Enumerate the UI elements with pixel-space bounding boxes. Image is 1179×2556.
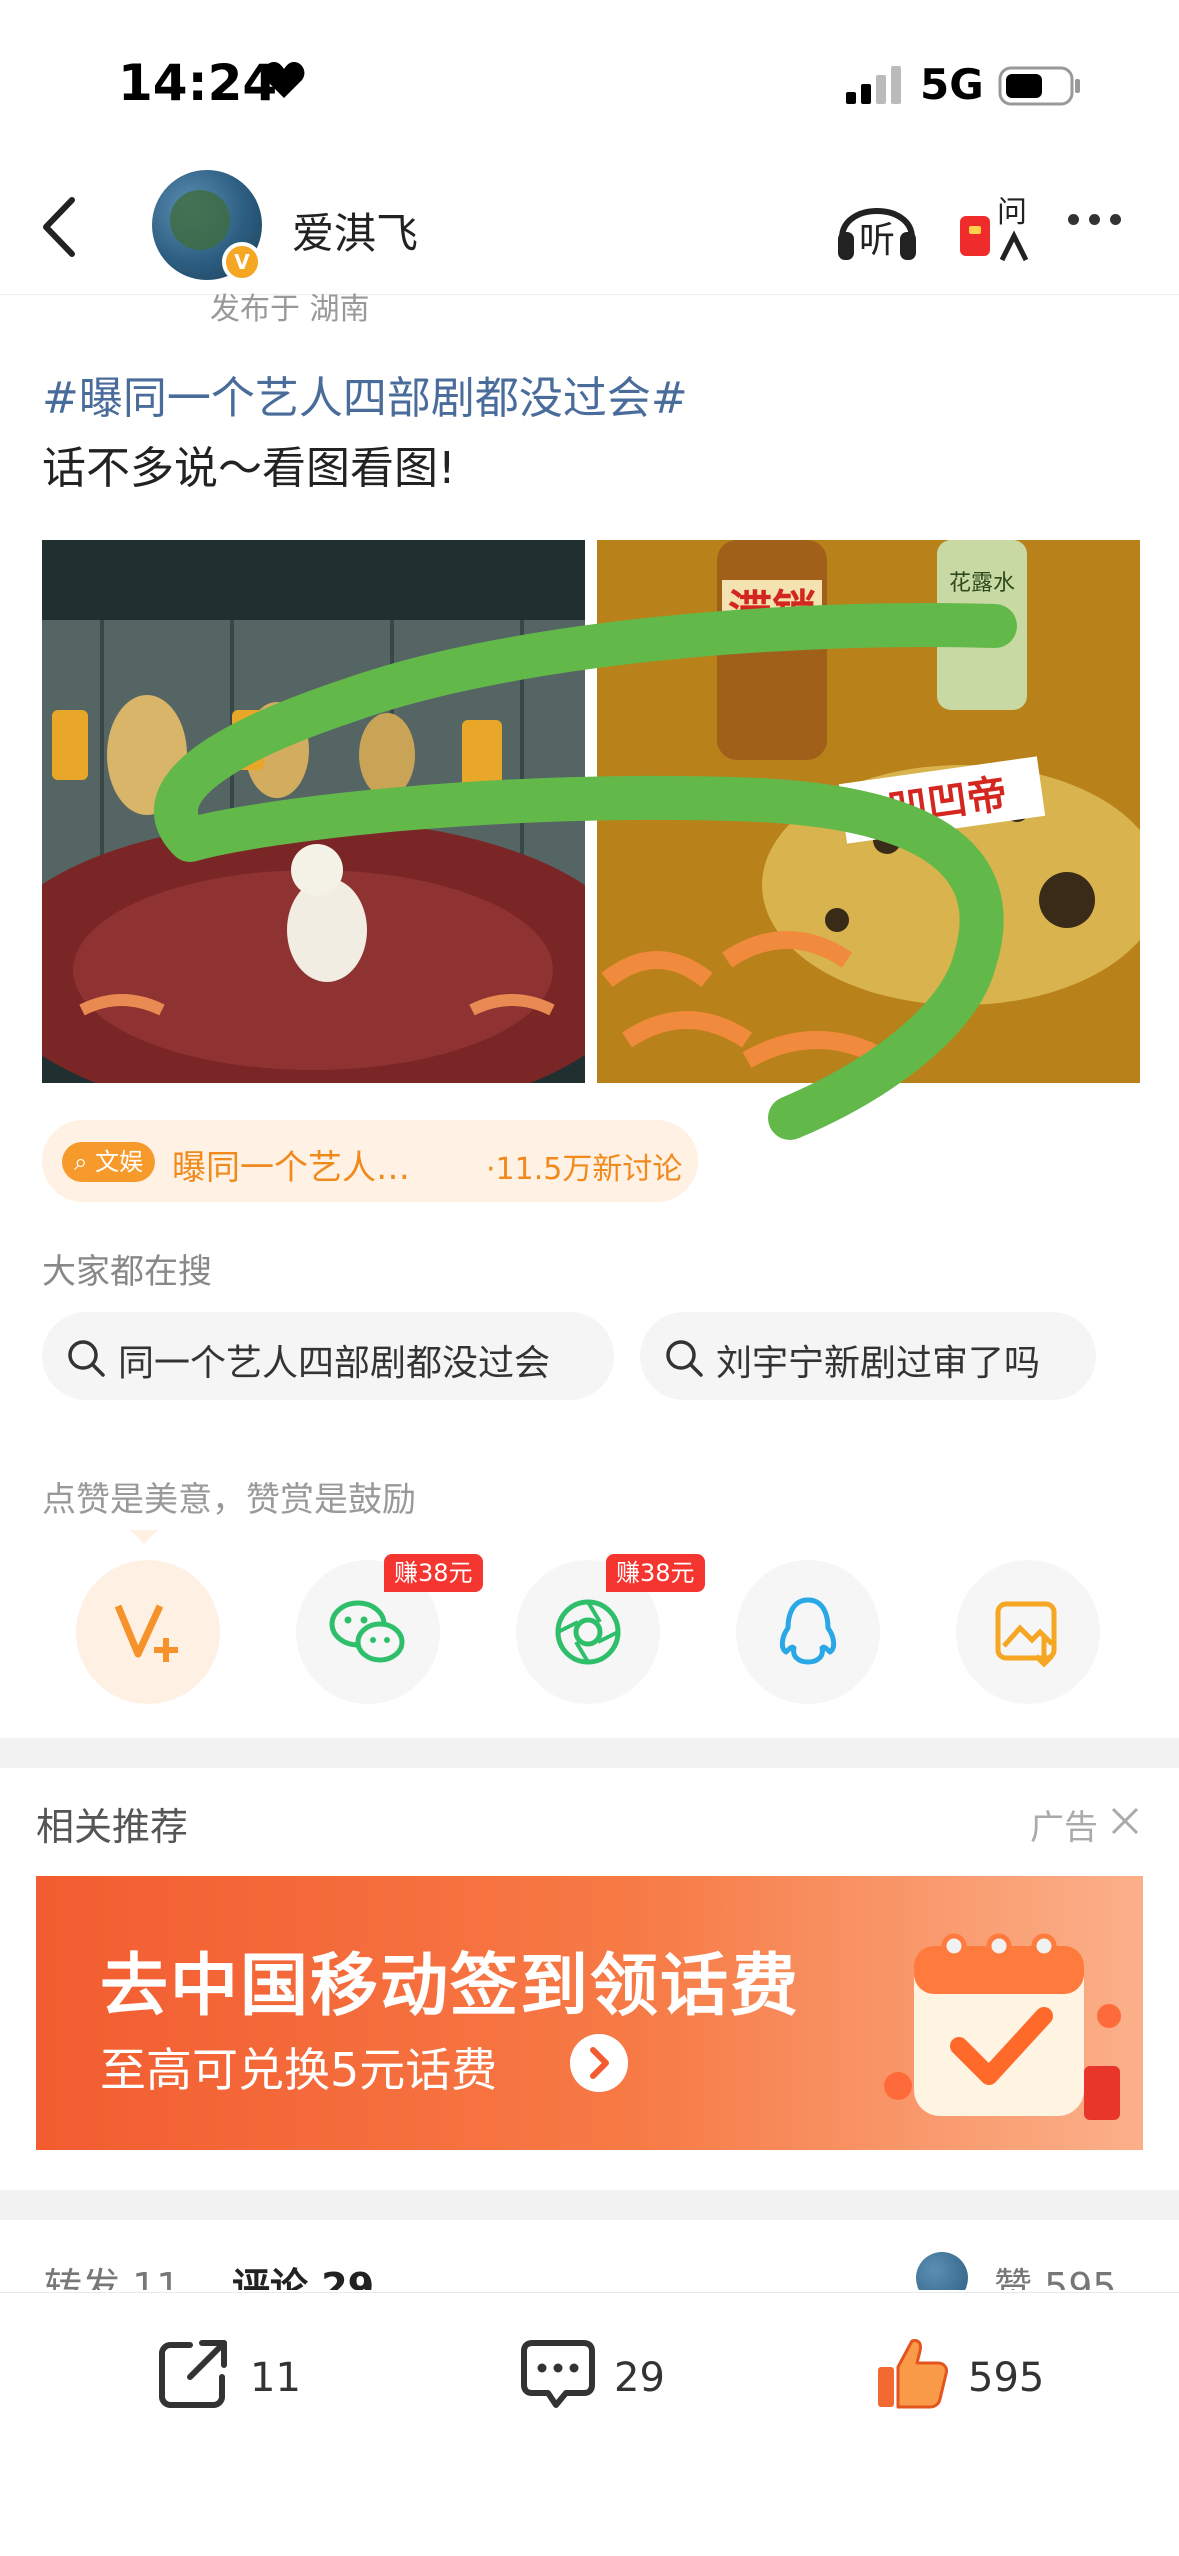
pill-discussion-count: ·11.5万新讨论 — [486, 1152, 683, 1187]
comment-button[interactable]: 29 — [518, 2333, 698, 2423]
image-text-unsold: 滞销 — [728, 586, 816, 637]
repost-button[interactable]: 11 — [154, 2333, 334, 2423]
moments-icon — [555, 1599, 621, 1665]
heart-icon — [263, 62, 305, 98]
listen-label: 听 — [859, 220, 895, 261]
ad-headline: 去中国移动签到领话费 — [100, 1947, 801, 2026]
close-icon[interactable] — [1110, 1806, 1140, 1836]
search-chip-label: 同一个艺人四部剧都没过会 — [118, 1343, 551, 1384]
comment-icon — [521, 2340, 595, 2408]
search-chip[interactable]: 刘宇宁新剧过审了吗 — [640, 1312, 1096, 1400]
ad-banner[interactable]: 去中国移动签到领话费 至高可兑换5元话费 — [36, 1876, 1143, 2150]
ad-subtext: 至高可兑换5元话费 — [100, 2043, 498, 2097]
share-icon — [159, 2340, 227, 2408]
qq-penguin-icon — [779, 1597, 837, 1665]
share-qq-button[interactable] — [736, 1560, 880, 1704]
category-badge: ⌕ 文娱 — [62, 1142, 156, 1182]
wechat-icon — [329, 1600, 405, 1663]
post-text: 话不多说～看图看图! — [42, 443, 456, 494]
tab-comment[interactable]: 评论 29 — [232, 2256, 374, 2290]
search-chip[interactable]: 同一个艺人四部剧都没过会 — [42, 1312, 614, 1400]
ad-label: 广告 — [1030, 1808, 1098, 1848]
signal-icon — [846, 66, 901, 104]
earn-tag: 赚38元 — [384, 1554, 483, 1592]
header-divider — [0, 294, 1179, 295]
earn-tag: 赚38元 — [606, 1554, 705, 1592]
tab-repost[interactable]: 转发 11 — [44, 2256, 180, 2290]
username[interactable]: 爱淇飞 — [292, 200, 418, 261]
like-count: 595 — [968, 2355, 1045, 2401]
post-image-potato-shrimp[interactable]: 滞销 花露水 凹凹帝 — [597, 540, 1140, 1083]
back-arrow-icon[interactable] — [28, 192, 98, 262]
search-icon — [68, 1340, 105, 1377]
related-section-title: 相关推荐 — [36, 1805, 189, 1849]
battery-icon — [998, 66, 1080, 106]
calendar-check-icon — [884, 1933, 1121, 2120]
liker-avatar — [916, 2252, 968, 2290]
status-bar: 14:24 5G — [0, 0, 1179, 160]
section-divider — [0, 1738, 1179, 1768]
save-image-icon — [995, 1601, 1057, 1668]
topic-hashtag[interactable]: #曝同一个艺人四部剧都没过会# — [42, 362, 688, 426]
tab-like[interactable]: 赞 595 — [994, 2256, 1117, 2290]
trending-search-title: 大家都在搜 — [42, 1252, 212, 1292]
post-image-potatoes-duck[interactable] — [42, 540, 585, 1083]
verified-badge-icon: V — [222, 242, 262, 282]
listen-headphone-icon[interactable]: 听 — [832, 180, 922, 270]
search-chip-label: 刘宇宁新剧过审了吗 — [716, 1343, 1041, 1384]
section-divider — [0, 2190, 1179, 2220]
vplus-icon — [114, 1604, 178, 1662]
network-label: 5G — [920, 60, 984, 109]
reward-hint: 点赞是美意，赞赏是鼓励 — [42, 1480, 416, 1520]
vplus-reward-button[interactable] — [76, 1560, 220, 1704]
more-options-icon[interactable] — [1068, 210, 1138, 240]
pill-topic-text: 曝同一个艺人… — [172, 1148, 410, 1188]
repost-count: 11 — [250, 2355, 301, 2401]
interaction-tabs: 转发 11 评论 29 赞 595 — [0, 2230, 1179, 2290]
post-header: V 爱淇飞 听 问 — [0, 160, 1179, 295]
bottom-action-bar: 11 29 595 — [0, 2292, 1179, 2556]
search-icon — [666, 1340, 703, 1377]
ad-arrow-icon — [570, 2034, 628, 2092]
published-location: 发布于 湖南 — [210, 292, 370, 324]
comment-count: 29 — [614, 2355, 665, 2401]
save-image-button[interactable] — [956, 1560, 1100, 1704]
ask-redpacket-icon[interactable]: 问 — [952, 180, 1042, 270]
tooltip-arrow — [130, 1530, 158, 1544]
image-text-toilet-water: 花露水 — [949, 571, 1015, 596]
status-time: 14:24 — [118, 54, 278, 112]
thumbs-up-icon — [878, 2339, 948, 2409]
like-button[interactable]: 595 — [872, 2333, 1072, 2423]
ask-label: 问 — [997, 195, 1027, 230]
topic-discussion-pill[interactable]: ⌕ 文娱 曝同一个艺人… ·11.5万新讨论 — [42, 1120, 698, 1202]
